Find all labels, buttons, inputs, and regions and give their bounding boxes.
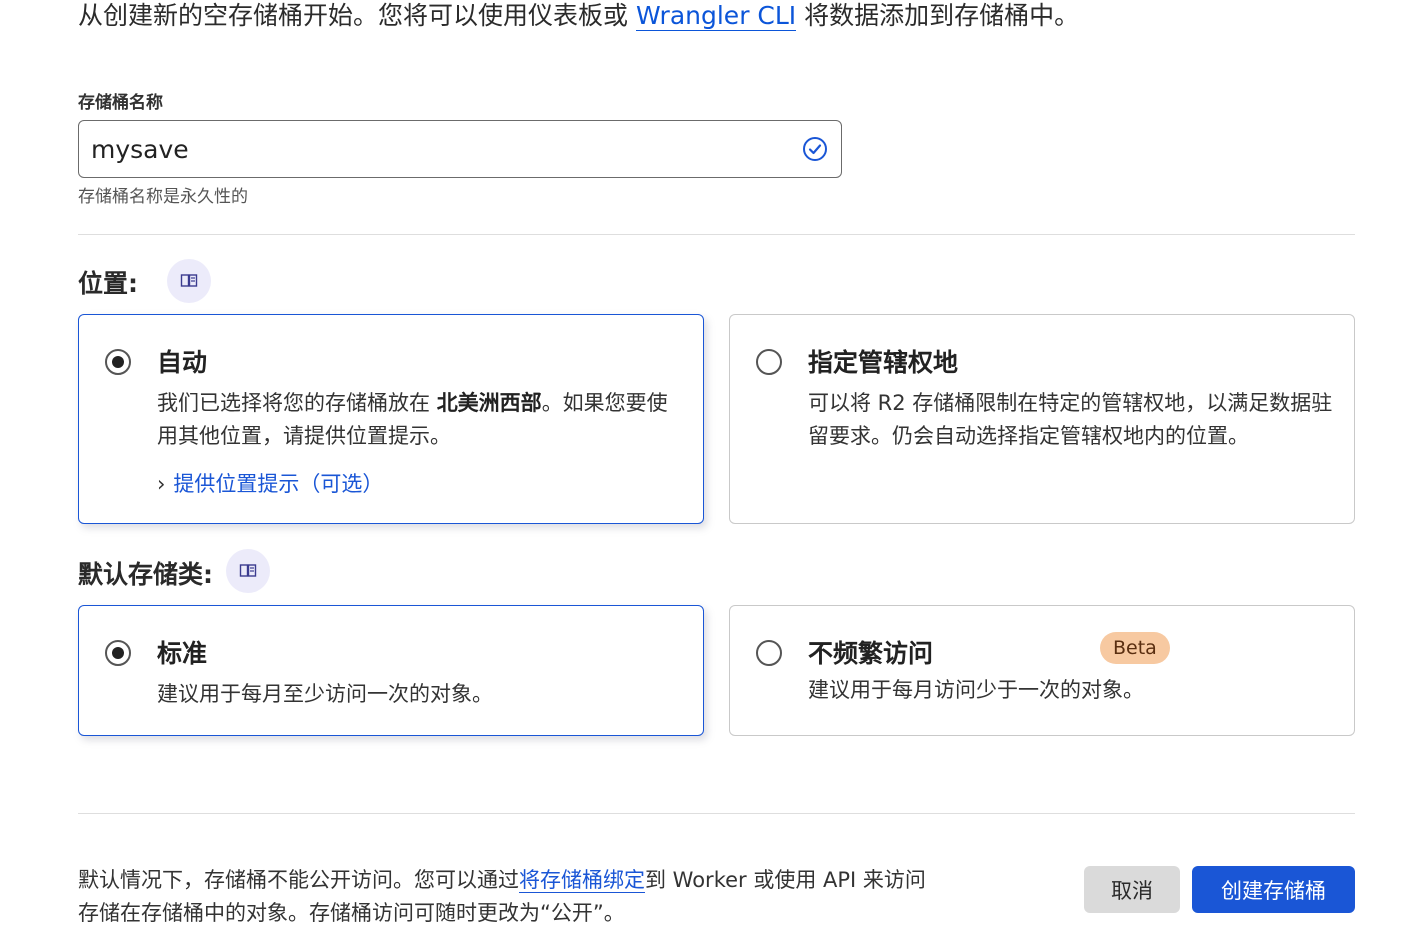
storage-class-option-standard[interactable]: 标准 建议用于每月至少访问一次的对象。 bbox=[78, 605, 704, 736]
desc-text: 我们已选择将您的存储桶放在 bbox=[157, 391, 437, 415]
location-hint-toggle[interactable]: › 提供位置提示（可选） bbox=[157, 468, 383, 498]
footer-text: 默认情况下，存储桶不能公开访问。您可以通过 bbox=[78, 868, 519, 892]
location-title: 位置: bbox=[78, 269, 138, 298]
location-option-jurisdiction[interactable]: 指定管辖权地 可以将 R2 存储桶限制在特定的管辖权地，以满足数据驻留要求。仍会… bbox=[729, 314, 1355, 524]
divider bbox=[78, 234, 1355, 235]
bucket-name-field-wrapper bbox=[78, 120, 842, 178]
option-description: 建议用于每月访问少于一次的对象。 bbox=[808, 678, 1144, 702]
cancel-button[interactable]: 取消 bbox=[1084, 866, 1180, 913]
location-docs-button[interactable] bbox=[167, 259, 211, 303]
book-icon bbox=[239, 564, 257, 577]
storage-class-option-infrequent[interactable]: 不频繁访问 Beta 建议用于每月访问少于一次的对象。 bbox=[729, 605, 1355, 736]
beta-badge: Beta bbox=[1100, 632, 1170, 664]
location-hint-label: 提供位置提示（可选） bbox=[173, 472, 384, 496]
check-circle-icon bbox=[803, 137, 827, 161]
book-icon bbox=[180, 274, 198, 287]
storage-class-title: 默认存储类: bbox=[78, 560, 213, 589]
footer-note: 默认情况下，存储桶不能公开访问。您可以通过将存储桶绑定到 Worker 或使用 … bbox=[78, 864, 938, 930]
option-description: 可以将 R2 存储桶限制在特定的管辖权地，以满足数据驻留要求。仍会自动选择指定管… bbox=[808, 391, 1333, 448]
radio-automatic[interactable] bbox=[105, 349, 131, 375]
option-title: 标准 bbox=[157, 639, 208, 668]
wrangler-cli-link[interactable]: Wrangler CLI bbox=[635, 1, 797, 31]
create-bucket-button[interactable]: 创建存储桶 bbox=[1192, 866, 1355, 913]
bind-bucket-link[interactable]: 将存储桶绑定 bbox=[519, 868, 645, 893]
divider bbox=[78, 813, 1355, 814]
desc-region: 北美洲西部 bbox=[436, 391, 542, 415]
radio-infrequent[interactable] bbox=[756, 640, 782, 666]
radio-jurisdiction[interactable] bbox=[756, 349, 782, 375]
bucket-name-label: 存储桶名称 bbox=[78, 93, 163, 113]
bucket-name-help: 存储桶名称是永久性的 bbox=[78, 187, 248, 207]
radio-standard[interactable] bbox=[105, 640, 131, 666]
bucket-name-input[interactable] bbox=[91, 129, 791, 169]
option-description: 建议用于每月至少访问一次的对象。 bbox=[157, 682, 493, 706]
location-option-automatic[interactable]: 自动 我们已选择将您的存储桶放在 北美洲西部。如果您要使用其他位置，请提供位置提… bbox=[78, 314, 704, 524]
intro-suffix: 将数据添加到存储桶中。 bbox=[796, 1, 1080, 30]
option-title: 指定管辖权地 bbox=[808, 348, 959, 377]
storage-class-docs-button[interactable] bbox=[226, 549, 270, 593]
option-title: 不频繁访问 bbox=[808, 639, 934, 668]
intro-text: 从创建新的空存储桶开始。您将可以使用仪表板或 Wrangler CLI 将数据添… bbox=[78, 0, 1079, 32]
chevron-right-icon: › bbox=[157, 472, 166, 496]
option-description: 我们已选择将您的存储桶放在 北美洲西部。如果您要使用其他位置，请提供位置提示。 bbox=[157, 387, 687, 453]
option-title: 自动 bbox=[157, 348, 208, 377]
intro-prefix: 从创建新的空存储桶开始。您将可以使用仪表板或 bbox=[78, 1, 636, 30]
